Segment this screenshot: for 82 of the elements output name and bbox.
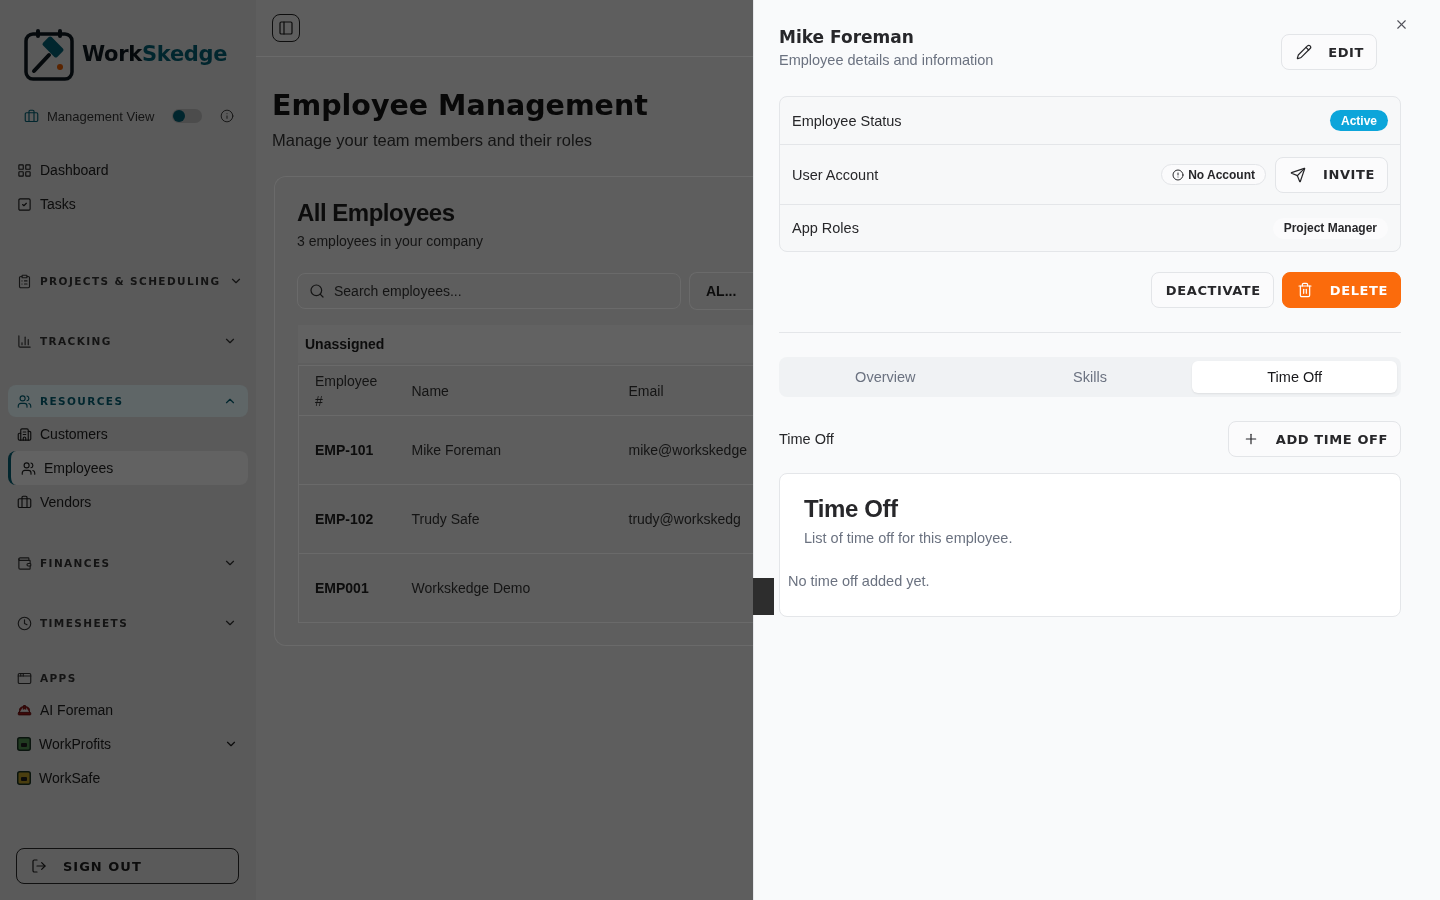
briefcase-icon [17,494,32,510]
section-header[interactable]: FINANCES [8,547,248,579]
nav-item[interactable]: Tasks [8,187,248,221]
toggle-switch[interactable] [172,109,202,123]
search-field[interactable]: Search employees... [297,273,681,309]
column-header: Employee # [315,372,378,409]
nav-item[interactable]: WorkSafe [8,761,248,795]
edit-button[interactable]: EDIT [1281,34,1377,70]
clipboard-icon [17,273,32,289]
nav-item[interactable]: Employees [8,451,248,485]
group-label: APPS [8,663,248,693]
briefcase-icon [24,108,39,124]
tab[interactable]: Skills [987,361,1193,393]
people-icon [21,460,36,476]
nav-item[interactable]: WorkProfits [8,727,248,761]
logo-wordmark: WorkSkedge [82,42,228,66]
hard-hat-icon [17,702,32,718]
grid-icon [17,162,32,178]
send-icon [1290,166,1307,183]
bar-chart-icon [17,333,32,349]
nav-item[interactable]: Dashboard [8,153,248,187]
card-title: All Employees [297,199,456,227]
page-subtitle: Manage your team members and their roles [272,131,594,150]
sidebar-toggle-button[interactable] [272,14,300,42]
section-header[interactable]: RESOURCES [8,385,248,417]
building-icon [17,426,32,442]
pencil-icon [1296,44,1313,60]
table-cell: EMP-102 [315,511,374,527]
trash-icon [1296,282,1313,298]
nav-item[interactable]: Vendors [8,485,248,519]
clock-icon [17,615,32,631]
empty-message: No time off added yet. [788,573,930,589]
people-icon [17,393,32,409]
section-header[interactable]: PROJECTS & SCHEDULING [8,265,248,297]
status-badge: Active [1329,110,1388,131]
deactivate-button[interactable]: DEACTIVATE [1150,272,1274,308]
table-cell: mike@workskedge [628,442,747,458]
section-header[interactable]: TIMESHEETS [8,607,248,639]
account-badge: No Account [1161,164,1267,185]
sign-out-button[interactable]: SIGN OUT [16,848,239,884]
search-icon [309,283,325,299]
alert-icon [1172,168,1185,181]
panel-subtitle: Employee details and information [779,52,994,68]
table-cell: EMP-101 [315,442,374,458]
info-icon[interactable] [220,109,234,123]
panel-title: Mike Foreman [779,26,915,48]
toggle-label: Management View [47,108,155,124]
column-header: Email [628,382,664,399]
window-icon [17,670,32,686]
table-cell: Workskedge Demo [411,580,531,596]
filter-dropdown[interactable]: AL... [689,272,753,310]
table-cell: Mike Foreman [411,442,501,458]
card-subtitle: 3 employees in your company [297,233,484,249]
nav-item[interactable]: AI Foreman [8,693,248,727]
checkbox-icon [17,196,32,212]
delete-button[interactable]: DELETE [1281,272,1401,308]
app-tile-icon [17,737,31,751]
logo-icon [24,27,74,81]
table-cell: EMP001 [315,580,369,596]
page-title: Employee Management [272,88,649,124]
nav-item[interactable]: Customers [8,417,248,451]
panel-left-icon [278,20,294,36]
table-cell: Trudy Safe [411,511,480,527]
field-label: Employee Status [792,112,902,129]
field-label: App Roles [792,220,859,236]
wallet-icon [17,555,32,571]
app-tile-icon [17,771,31,785]
tab[interactable]: Overview [783,361,988,393]
section-label: Time Off [779,431,834,447]
group-header: Unassigned [298,325,753,363]
sign-out-icon [31,858,47,874]
card-title: Time Off [804,495,898,523]
table-cell: trudy@workskedg [628,511,741,527]
role-badge: Project Manager [1272,217,1388,239]
field-label: User Account [792,166,879,183]
section-header[interactable]: TRACKING [8,325,248,357]
dark-block [753,578,774,615]
add-time-off-button[interactable]: ADD TIME OFF [1227,421,1401,457]
card-subtitle: List of time off for this employee. [804,530,1013,546]
tab[interactable]: Time Off [1192,361,1397,393]
column-header: Name [411,382,449,399]
invite-button[interactable]: INVITE [1275,156,1388,193]
